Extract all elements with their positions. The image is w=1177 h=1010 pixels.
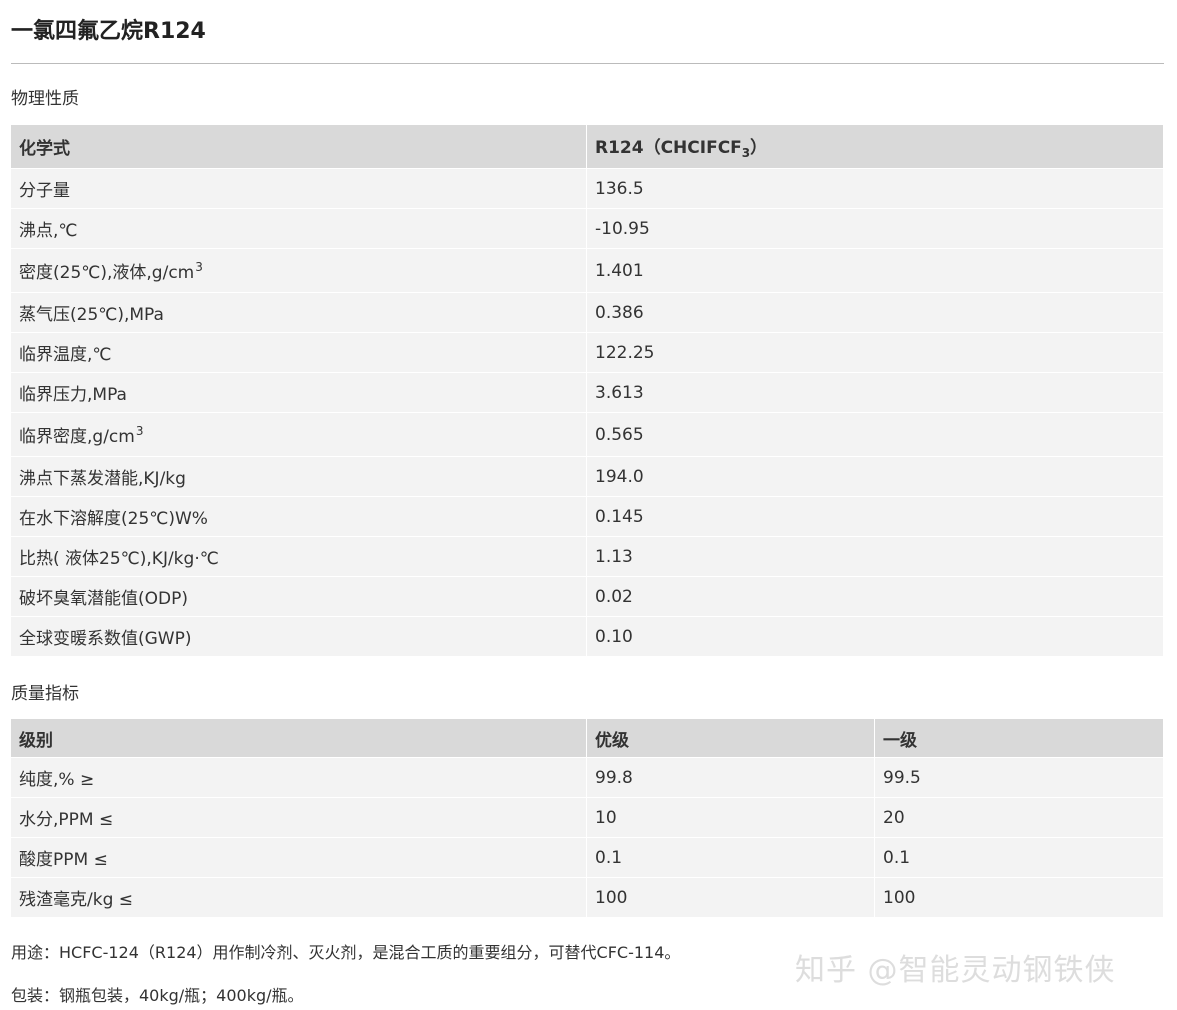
physical-section-label: 物理性质 bbox=[11, 89, 79, 109]
packaging-text: 包装：钢瓶包装，40kg/瓶；400kg/瓶。 bbox=[11, 986, 304, 1005]
quality-header-grade: 级别 bbox=[11, 719, 587, 758]
superscript: 3 bbox=[195, 260, 203, 274]
property-value-cell: -10.95 bbox=[587, 209, 1164, 249]
quality-table-header-row: 级别 优级 一级 bbox=[11, 719, 1164, 758]
property-value-cell: 194.0 bbox=[587, 457, 1164, 497]
property-value-cell: 3.613 bbox=[587, 373, 1164, 413]
quality-header-first: 一级 bbox=[875, 719, 1164, 758]
table-row: 破坏臭氧潜能值(ODP) 0.02 bbox=[11, 577, 1164, 617]
page: 一氯四氟乙烷R124 物理性质 化学式 R124（CHCIFCF3） 分子量 13… bbox=[0, 0, 1177, 1010]
property-name: 全球变暖系数值(GWP) bbox=[19, 629, 192, 649]
property-value-cell: 0.02 bbox=[587, 577, 1164, 617]
usage-text: 用途：HCFC-124（R124）用作制冷剂、灭火剂，是混合工质的重要组分，可替… bbox=[11, 943, 681, 962]
property-value-cell: 136.5 bbox=[587, 169, 1164, 209]
property-name: 比热( 液体25℃),KJ/kg·℃ bbox=[19, 549, 219, 569]
quality-premium-cell: 0.1 bbox=[587, 838, 875, 878]
property-name: 临界温度,℃ bbox=[19, 345, 112, 365]
property-name-cell: 比热( 液体25℃),KJ/kg·℃ bbox=[11, 537, 587, 577]
property-name-cell: 全球变暖系数值(GWP) bbox=[11, 617, 587, 657]
quality-table-body: 纯度,% ≥99.8 99.5 水分,PPM ≤10 20 酸度PPM ≤0.1 0.1 残… bbox=[11, 758, 1164, 918]
property-name-cell: 密度(25℃),液体,g/cm3 bbox=[11, 249, 587, 293]
table-row: 沸点下蒸发潜能,KJ/kg 194.0 bbox=[11, 457, 1164, 497]
property-name: 分子量 bbox=[19, 181, 70, 201]
property-name: 破坏臭氧潜能值(ODP) bbox=[19, 589, 188, 609]
property-value-cell: 0.10 bbox=[587, 617, 1164, 657]
table-row: 在水下溶解度(25℃)W% 0.145 bbox=[11, 497, 1164, 537]
formula-close: ） bbox=[750, 138, 768, 158]
table-row: 水分,PPM ≤10 20 bbox=[11, 798, 1164, 838]
formula-text: R124（CHCIFCF bbox=[595, 138, 742, 158]
table-row: 酸度PPM ≤0.1 0.1 bbox=[11, 838, 1164, 878]
property-name: 沸点下蒸发潜能,KJ/kg bbox=[19, 469, 186, 489]
quality-grade-cell: 水分,PPM ≤ bbox=[11, 798, 587, 838]
title-divider bbox=[11, 63, 1164, 64]
table-row: 残渣毫克/kg ≤100 100 bbox=[11, 878, 1164, 918]
property-name-cell: 沸点,℃ bbox=[11, 209, 587, 249]
property-name: 临界压力,MPa bbox=[19, 385, 127, 405]
quality-premium-cell: 99.8 bbox=[587, 758, 875, 798]
header-cell-formula-label: 化学式 bbox=[11, 125, 587, 169]
quality-grade-cell: 酸度PPM ≤ bbox=[11, 838, 587, 878]
quality-premium-cell: 10 bbox=[587, 798, 875, 838]
property-name: 密度(25℃),液体,g/cm bbox=[19, 263, 195, 283]
property-value-cell: 1.13 bbox=[587, 537, 1164, 577]
property-name: 在水下溶解度(25℃)W% bbox=[19, 509, 208, 529]
property-value-cell: 0.386 bbox=[587, 293, 1164, 333]
property-value-cell: 0.565 bbox=[587, 413, 1164, 457]
quality-first-cell: 20 bbox=[875, 798, 1164, 838]
header-cell-formula-value: R124（CHCIFCF3） bbox=[587, 125, 1164, 169]
property-name-cell: 临界温度,℃ bbox=[11, 333, 587, 373]
property-name-cell: 分子量 bbox=[11, 169, 587, 209]
quality-premium-cell: 100 bbox=[587, 878, 875, 918]
formula-subscript: 3 bbox=[741, 146, 751, 160]
property-name: 沸点,℃ bbox=[19, 221, 78, 241]
quality-spec-table: 级别 优级 一级 纯度,% ≥99.8 99.5 水分,PPM ≤10 20 酸度PPM… bbox=[11, 719, 1164, 918]
table-row: 密度(25℃),液体,g/cm3 1.401 bbox=[11, 249, 1164, 293]
property-value-cell: 1.401 bbox=[587, 249, 1164, 293]
property-name-cell: 破坏臭氧潜能值(ODP) bbox=[11, 577, 587, 617]
quality-grade-cell: 残渣毫克/kg ≤ bbox=[11, 878, 587, 918]
page-title: 一氯四氟乙烷R124 bbox=[11, 19, 206, 44]
quality-header-premium: 优级 bbox=[587, 719, 875, 758]
property-name-cell: 临界密度,g/cm3 bbox=[11, 413, 587, 457]
table-row: 沸点,℃ -10.95 bbox=[11, 209, 1164, 249]
quality-first-cell: 0.1 bbox=[875, 838, 1164, 878]
table-row: 临界温度,℃ 122.25 bbox=[11, 333, 1164, 373]
table-row: 全球变暖系数值(GWP) 0.10 bbox=[11, 617, 1164, 657]
quality-section-label: 质量指标 bbox=[11, 684, 79, 704]
table-row: 临界密度,g/cm3 0.565 bbox=[11, 413, 1164, 457]
physical-table-body: 分子量 136.5 沸点,℃ -10.95 密度(25℃),液体,g/cm3 1.401 蒸… bbox=[11, 169, 1164, 657]
property-name-cell: 蒸气压(25℃),MPa bbox=[11, 293, 587, 333]
table-row: 临界压力,MPa 3.613 bbox=[11, 373, 1164, 413]
quality-grade-cell: 纯度,% ≥ bbox=[11, 758, 587, 798]
property-value-cell: 122.25 bbox=[587, 333, 1164, 373]
property-value-cell: 0.145 bbox=[587, 497, 1164, 537]
table-row: 蒸气压(25℃),MPa 0.386 bbox=[11, 293, 1164, 333]
watermark-text: 知乎 @智能灵动钢铁侠 bbox=[795, 953, 1116, 988]
physical-properties-table: 化学式 R124（CHCIFCF3） 分子量 136.5 沸点,℃ -10.95 密度(… bbox=[11, 125, 1164, 657]
table-row: 比热( 液体25℃),KJ/kg·℃ 1.13 bbox=[11, 537, 1164, 577]
quality-first-cell: 100 bbox=[875, 878, 1164, 918]
property-name-cell: 临界压力,MPa bbox=[11, 373, 587, 413]
table-row: 分子量 136.5 bbox=[11, 169, 1164, 209]
property-name-cell: 沸点下蒸发潜能,KJ/kg bbox=[11, 457, 587, 497]
table-row: 纯度,% ≥99.8 99.5 bbox=[11, 758, 1164, 798]
property-name-cell: 在水下溶解度(25℃)W% bbox=[11, 497, 587, 537]
physical-table-header-row: 化学式 R124（CHCIFCF3） bbox=[11, 125, 1164, 169]
superscript: 3 bbox=[135, 424, 144, 438]
property-name: 临界密度,g/cm bbox=[19, 427, 135, 447]
property-name: 蒸气压(25℃),MPa bbox=[19, 305, 164, 325]
quality-first-cell: 99.5 bbox=[875, 758, 1164, 798]
